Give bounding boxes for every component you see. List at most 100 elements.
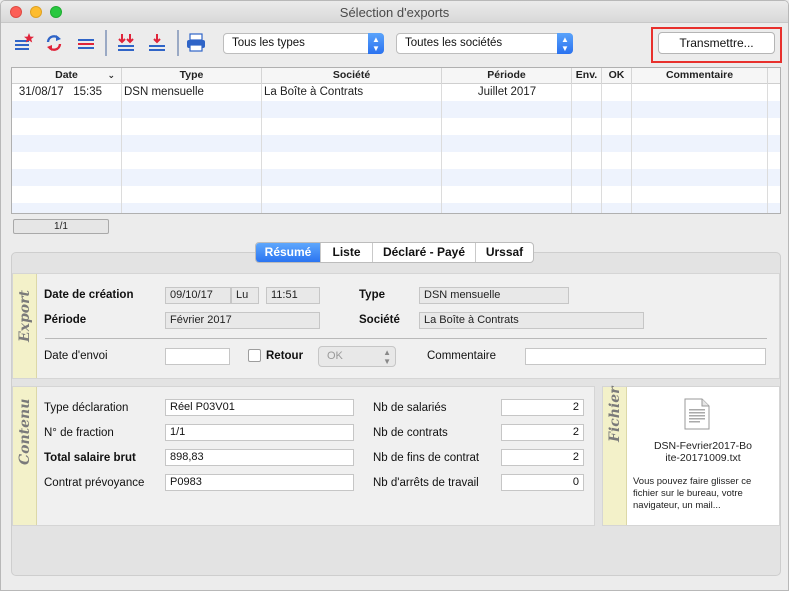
type-declaration-field[interactable]: Réel P03V01	[165, 399, 354, 416]
type-label: Type	[359, 289, 385, 301]
fichier-section-sidebar: Fichier	[603, 386, 627, 525]
cell-societe: La Boîte à Contrats	[264, 86, 364, 98]
column-divider	[571, 84, 572, 213]
column-header-commentaire[interactable]: Commentaire	[632, 68, 768, 84]
time-field: 11:51	[266, 287, 320, 304]
column-divider	[631, 84, 632, 213]
fraction-field[interactable]: 1/1	[165, 424, 354, 441]
column-header-societe[interactable]: Société	[262, 68, 442, 84]
periode-label: Période	[44, 314, 87, 326]
company-filter-popup[interactable]: Toutes les sociétés ▲ ▼	[396, 33, 573, 54]
popup-arrows-icon: ▲ ▼	[557, 33, 573, 54]
retour-status-popup: OK ▲ ▼	[318, 346, 396, 367]
prevoyance-field[interactable]: P0983	[165, 474, 354, 491]
sort-chevron-icon: ⌄	[107, 70, 115, 80]
nb-arrets-label: Nb d'arrêts de travail	[373, 477, 479, 489]
date-creation-label: Date de création	[44, 289, 134, 301]
periode-field: Février 2017	[165, 312, 320, 329]
company-filter-value: Toutes les sociétés	[405, 37, 503, 49]
societe-label: Société	[359, 314, 400, 326]
column-header-ok[interactable]: OK	[602, 68, 632, 84]
popup-arrows-icon: ▲ ▼	[383, 348, 391, 366]
column-header-periode[interactable]: Période	[442, 68, 572, 84]
print-icon[interactable]	[185, 32, 207, 54]
column-divider	[121, 84, 122, 213]
prevoyance-label: Contrat prévoyance	[44, 477, 145, 489]
table-row-empty	[12, 135, 780, 152]
tab-resume[interactable]: Résumé	[256, 243, 321, 262]
export-section-sidebar: Export	[13, 274, 37, 378]
cell-type: DSN mensuelle	[124, 86, 204, 98]
column-header-type[interactable]: Type	[122, 68, 262, 84]
commentaire-label: Commentaire	[427, 350, 497, 362]
table-row-empty	[12, 203, 780, 213]
table-row[interactable]: 31/08/17 15:35 DSN mensuelle La Boîte à …	[12, 84, 780, 101]
import-all-icon[interactable]	[115, 32, 137, 54]
date-creation-field: 09/10/17	[165, 287, 231, 304]
export-selection-window: Sélection d'exports Tous les types ▲ ▼ T…	[0, 0, 789, 591]
nb-fins-contrat-label: Nb de fins de contrat	[373, 452, 480, 464]
nb-fins-contrat-field[interactable]: 2	[501, 449, 584, 466]
column-header-date[interactable]: Date ⌄	[12, 68, 122, 84]
retour-checkbox[interactable]	[248, 349, 261, 362]
date-envoi-field[interactable]	[165, 348, 230, 365]
detail-panel: Export Date de création 09/10/17 Lu 11:5…	[11, 252, 781, 576]
toolbar: Tous les types ▲ ▼ Toutes les sociétés ▲ ▼…	[1, 24, 788, 64]
nb-arrets-field[interactable]: 0	[501, 474, 584, 491]
new-list-icon[interactable]	[13, 32, 35, 54]
type-filter-value: Tous les types	[232, 37, 305, 49]
cell-date: 31/08/17 15:35	[18, 86, 102, 98]
table-row-empty	[12, 169, 780, 186]
section-divider	[45, 338, 767, 339]
nb-salaries-label: Nb de salariés	[373, 402, 447, 414]
retour-label: Retour	[266, 350, 304, 362]
column-divider	[441, 84, 442, 213]
table-row-empty	[12, 152, 780, 169]
exports-table[interactable]: Date ⌄ Type Société Période Env. OK Comme…	[11, 67, 781, 214]
contenu-section: Contenu Type déclaration Réel P03V01 N° …	[12, 386, 595, 526]
tab-urssaf[interactable]: Urssaf	[476, 243, 533, 262]
nb-contrats-field[interactable]: 2	[501, 424, 584, 441]
table-row-empty	[12, 101, 780, 118]
column-divider	[601, 84, 602, 213]
commentaire-field[interactable]	[525, 348, 766, 365]
transmit-button[interactable]: Transmettre...	[658, 32, 775, 54]
title-bar[interactable]: Sélection d'exports	[1, 1, 788, 23]
fraction-label: N° de fraction	[44, 427, 114, 439]
detail-tabs: Résumé Liste Déclaré - Payé Urssaf	[255, 242, 534, 263]
salaire-brut-field[interactable]: 898,83	[165, 449, 354, 466]
tab-liste[interactable]: Liste	[321, 243, 373, 262]
type-declaration-label: Type déclaration	[44, 402, 129, 414]
table-row-empty	[12, 186, 780, 203]
toolbar-separator	[105, 30, 107, 56]
type-filter-popup[interactable]: Tous les types ▲ ▼	[223, 33, 384, 54]
window-title: Sélection d'exports	[339, 5, 450, 20]
list-icon[interactable]	[75, 32, 97, 54]
export-section-title: Export	[17, 290, 33, 342]
fichier-section-title: Fichier	[607, 386, 623, 442]
column-divider	[261, 84, 262, 213]
day-field: Lu	[231, 287, 259, 304]
download-icon[interactable]	[146, 32, 168, 54]
popup-arrows-icon: ▲ ▼	[368, 33, 384, 54]
cell-periode: Juillet 2017	[477, 86, 537, 98]
date-envoi-label: Date d'envoi	[44, 350, 108, 362]
refresh-icon[interactable]	[43, 32, 65, 54]
table-row-empty	[12, 118, 780, 135]
tab-declare-paye[interactable]: Déclaré - Payé	[373, 243, 476, 262]
table-header: Date ⌄ Type Société Période Env. OK Comme…	[12, 68, 780, 84]
fichier-section: Fichier DSN-Fevrier2017-Boite-20171009.t…	[602, 386, 780, 526]
drag-hint: Vous pouvez faire glisser ce fichier sur…	[633, 476, 752, 511]
toolbar-separator	[177, 30, 179, 56]
salaire-brut-label: Total salaire brut	[44, 452, 136, 464]
contenu-section-sidebar: Contenu	[13, 387, 37, 525]
text-file-icon[interactable]	[684, 398, 710, 430]
societe-field: La Boîte à Contrats	[419, 312, 644, 329]
nb-contrats-label: Nb de contrats	[373, 427, 448, 439]
table-pager: 1/1	[13, 219, 109, 234]
nb-salaries-field[interactable]: 2	[501, 399, 584, 416]
column-divider	[767, 84, 768, 213]
file-name[interactable]: DSN-Fevrier2017-Boite-20171009.txt	[653, 440, 753, 464]
column-header-env[interactable]: Env.	[572, 68, 602, 84]
contenu-section-title: Contenu	[17, 398, 33, 465]
